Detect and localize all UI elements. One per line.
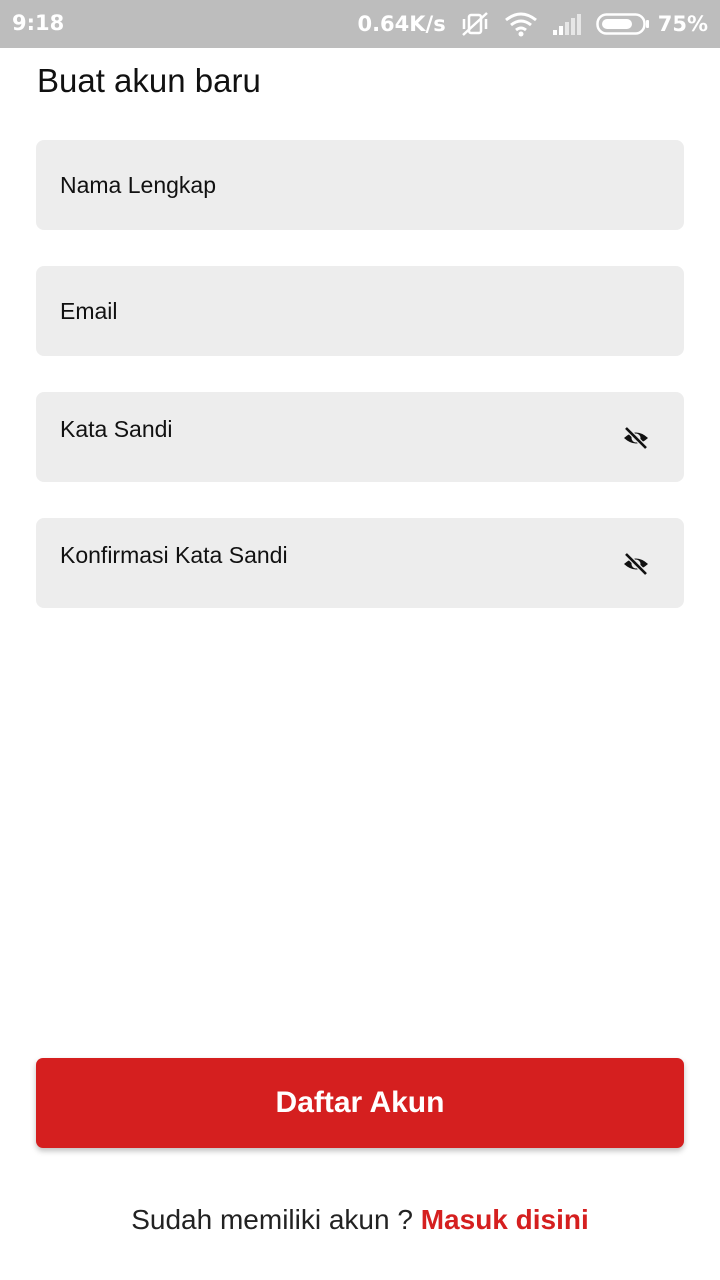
login-prompt-text: Sudah memiliki akun ? (131, 1204, 421, 1235)
network-speed: 0.64K/s (357, 12, 446, 36)
status-indicators: 0.64K/s 75% (357, 0, 708, 48)
login-link[interactable]: Masuk disini (421, 1204, 589, 1235)
login-prompt: Sudah memiliki akun ? Masuk disini (0, 1204, 720, 1236)
vibrate-off-icon (460, 10, 490, 38)
battery-percent: 75% (657, 12, 708, 36)
eye-off-icon (624, 426, 648, 450)
page-title: Buat akun baru (37, 62, 261, 99)
full-name-input[interactable] (60, 140, 600, 230)
confirm-password-visibility-toggle[interactable] (620, 549, 652, 579)
password-field-container (36, 384, 684, 482)
password-visibility-toggle[interactable] (620, 423, 652, 453)
wifi-icon (504, 11, 538, 37)
battery-status: 75% (595, 12, 708, 36)
confirm-password-field-container (36, 510, 684, 608)
email-input[interactable] (60, 266, 600, 356)
confirm-password-input[interactable] (60, 510, 600, 600)
battery-icon (595, 13, 650, 35)
register-button[interactable]: Daftar Akun (36, 1058, 684, 1148)
status-bar: 9:18 0.64K/s 75% (0, 0, 720, 48)
email-field-container (36, 266, 684, 356)
signal-icon (552, 13, 582, 35)
eye-off-icon (624, 552, 648, 576)
full-name-field-container (36, 140, 684, 230)
password-input[interactable] (60, 384, 600, 474)
status-time: 9:18 (12, 11, 65, 35)
